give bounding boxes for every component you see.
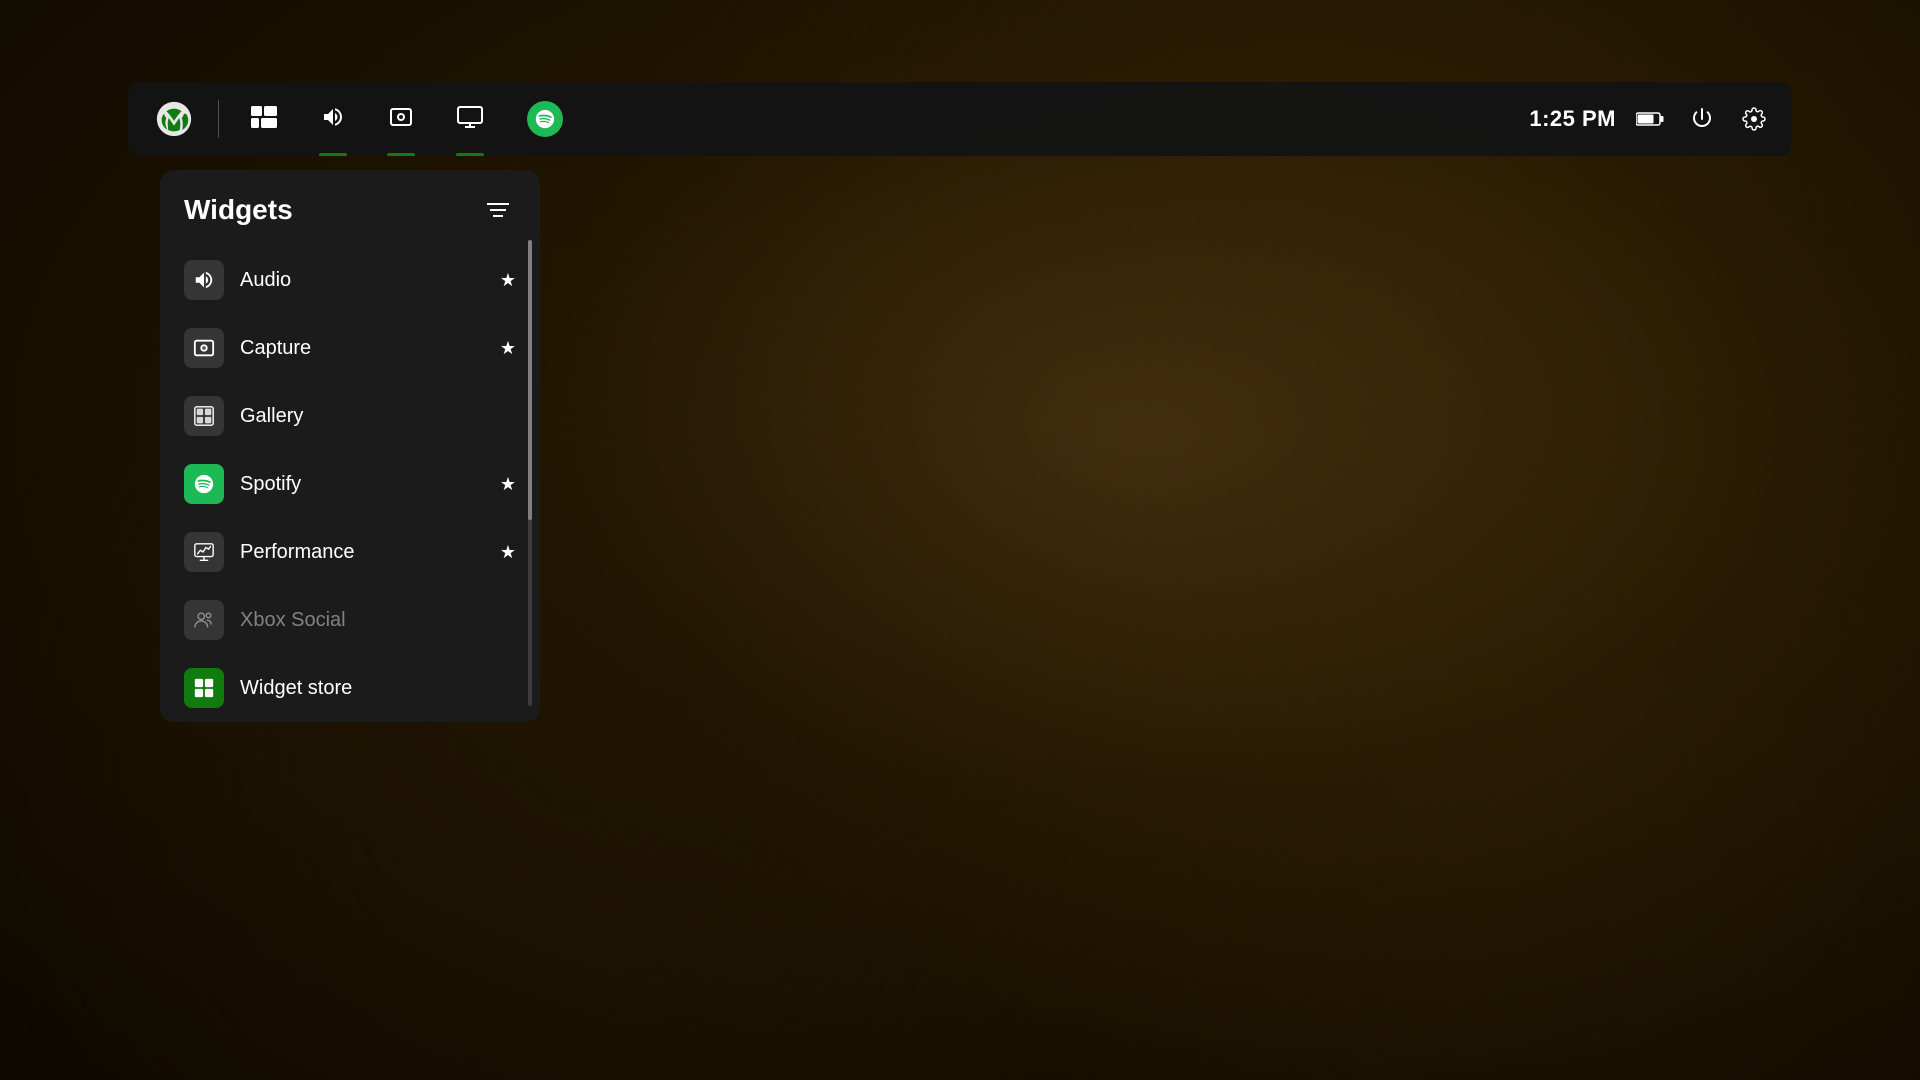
widgets-filter-button[interactable] xyxy=(480,192,516,228)
widget-item-spotify[interactable]: Spotify ★ xyxy=(160,450,540,518)
widget-audio-label: Audio xyxy=(240,269,484,292)
widget-item-performance[interactable]: Performance ★ xyxy=(160,518,540,586)
audio-icon xyxy=(321,105,345,133)
widget-gallery-icon xyxy=(184,396,224,436)
topbar-time: 1:25 PM xyxy=(1529,106,1616,132)
widget-item-capture[interactable]: Capture ★ xyxy=(160,314,540,382)
display-icon xyxy=(457,106,483,132)
widget-audio-star[interactable]: ★ xyxy=(500,270,516,291)
nav-item-audio[interactable] xyxy=(299,82,367,156)
widget-store-icon xyxy=(184,668,224,708)
topbar-right: 1:25 PM xyxy=(1529,101,1772,137)
widget-capture-label: Capture xyxy=(240,337,484,360)
widget-gallery-label: Gallery xyxy=(240,405,516,428)
topbar-nav xyxy=(229,82,1529,156)
widget-item-store[interactable]: Widget store xyxy=(160,654,540,722)
topbar-divider xyxy=(218,100,219,138)
widgets-title: Widgets xyxy=(184,194,293,226)
widget-spotify-star[interactable]: ★ xyxy=(500,474,516,495)
widget-spotify-label: Spotify xyxy=(240,473,484,496)
widget-capture-icon xyxy=(184,328,224,368)
xbox-button[interactable] xyxy=(148,93,200,145)
nav-item-multiwindow[interactable] xyxy=(229,82,299,156)
widgets-panel: Widgets Audio ★ xyxy=(160,170,540,722)
widgets-list: Audio ★ Capture ★ xyxy=(160,246,540,722)
widget-performance-star[interactable]: ★ xyxy=(500,542,516,563)
nav-underline-audio xyxy=(319,153,347,156)
spotify-nav-icon xyxy=(527,101,563,137)
widget-item-gallery[interactable]: Gallery xyxy=(160,382,540,450)
widget-store-label: Widget store xyxy=(240,677,516,700)
scroll-indicator xyxy=(528,240,532,706)
widget-spotify-icon xyxy=(184,464,224,504)
multiwindow-icon xyxy=(251,106,277,132)
nav-underline-display xyxy=(456,153,484,156)
nav-underline-capture xyxy=(387,153,415,156)
battery-icon xyxy=(1632,101,1668,137)
widget-audio-icon xyxy=(184,260,224,300)
widget-xbox-social-icon xyxy=(184,600,224,640)
widget-capture-star[interactable]: ★ xyxy=(500,338,516,359)
widget-performance-icon xyxy=(184,532,224,572)
widget-performance-label: Performance xyxy=(240,541,484,564)
nav-item-capture[interactable] xyxy=(367,82,435,156)
scroll-thumb xyxy=(528,240,532,520)
widgets-header: Widgets xyxy=(160,170,540,246)
nav-item-display[interactable] xyxy=(435,82,505,156)
widget-item-audio[interactable]: Audio ★ xyxy=(160,246,540,314)
settings-icon[interactable] xyxy=(1736,101,1772,137)
capture-icon xyxy=(389,105,413,133)
power-icon[interactable] xyxy=(1684,101,1720,137)
widget-item-xbox-social[interactable]: Xbox Social xyxy=(160,586,540,654)
widget-xbox-social-label: Xbox Social xyxy=(240,609,516,632)
topbar: 1:25 PM xyxy=(128,82,1792,156)
nav-item-spotify[interactable] xyxy=(505,82,585,156)
